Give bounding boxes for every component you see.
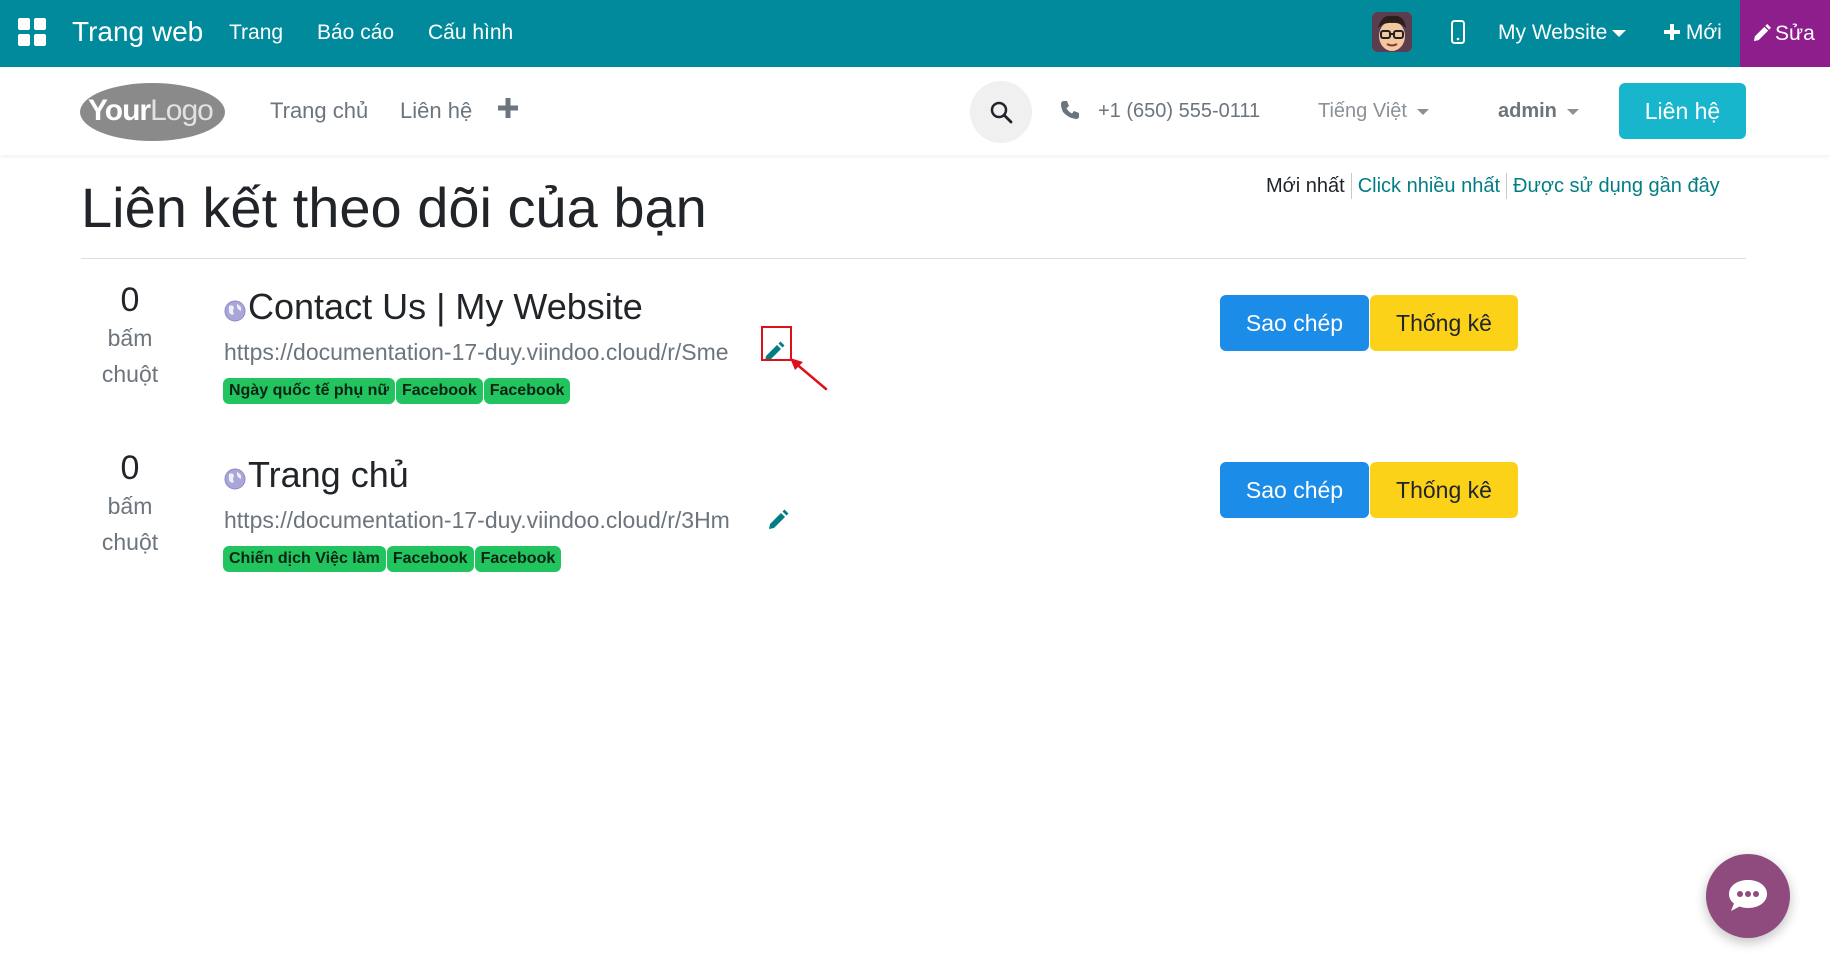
phone-number[interactable]: +1 (650) 555-0111 [1098,99,1260,123]
copy-button[interactable]: Sao chép [1220,462,1369,518]
menu-item-pages[interactable]: Trang [229,20,283,46]
apps-menu-icon[interactable] [18,18,46,46]
add-menu-item-plus-icon[interactable] [498,95,518,123]
tag-badge: Facebook [483,378,571,404]
website-header: YourLogo Trang chủ Liên hệ +1 (650) 555-… [0,67,1830,155]
click-count-value: 0 [120,281,140,319]
mobile-preview-icon[interactable] [1450,20,1466,45]
link-title[interactable]: Trang chủ [248,452,409,498]
admin-top-bar: Trang web Trang Báo cáo Cấu hình My Webs… [0,0,1830,67]
tag-badge: Ngày quốc tế phụ nữ [223,378,396,404]
contact-us-button[interactable]: Liên hệ [1619,83,1746,139]
tag-list: Ngày quốc tế phụ nữ Facebook Facebook [223,378,571,404]
globe-icon [224,468,246,490]
menu-item-reports[interactable]: Báo cáo [317,20,394,46]
copy-button[interactable]: Sao chép [1220,295,1369,351]
click-count-value: 0 [120,449,140,487]
nav-contact[interactable]: Liên hệ [400,98,472,124]
chat-bubble-icon [1729,880,1767,911]
page-title: Liên kết theo dõi của bạn [81,176,707,239]
edit-button-label: Sửa [1775,22,1815,45]
divider [81,258,1746,259]
website-selector[interactable]: My Website [1498,20,1627,46]
website-selector-label: My Website [1498,21,1608,44]
annotation-arrow-icon [790,358,828,391]
stats-button[interactable]: Thống kê [1370,462,1518,518]
edit-link-pencil-icon[interactable] [766,508,790,532]
tag-badge: Facebook [396,378,483,404]
nav-home[interactable]: Trang chủ [270,98,368,124]
click-count-label-2: chuột [101,361,159,387]
caret-down-icon [1416,108,1429,115]
link-url: https://documentation-17-duy.viindoo.clo… [224,507,730,533]
user-avatar[interactable] [1372,12,1412,52]
language-selector[interactable]: Tiếng Việt [1318,99,1429,123]
link-url: https://documentation-17-duy.viindoo.clo… [224,339,729,365]
new-button-label: Mới [1685,21,1722,44]
sort-most-clicked[interactable]: Click nhiều nhất [1350,173,1506,199]
search-icon [990,101,1013,124]
link-title[interactable]: Contact Us | My Website [248,284,643,330]
pencil-icon [1753,24,1771,42]
menu-item-configuration[interactable]: Cấu hình [428,20,513,46]
click-count-label-1: bấm [107,493,153,519]
click-count-label-2: chuột [101,529,159,555]
user-name: admin [1498,100,1557,122]
stats-button[interactable]: Thống kê [1370,295,1518,351]
user-menu[interactable]: admin [1498,99,1579,123]
link-row: 0 bấm chuột Contact Us | My Website http… [0,280,1830,430]
app-brand[interactable]: Trang web [72,14,203,50]
tag-list: Chiến dịch Việc làm Facebook Facebook [223,546,562,572]
click-count: 0 bấm chuột [80,280,180,392]
tag-badge: Facebook [386,546,474,572]
click-count-label-1: bấm [107,325,153,351]
click-count: 0 bấm chuột [80,448,180,560]
new-button[interactable]: Mới [1664,20,1722,46]
link-row: 0 bấm chuột Trang chủ https://documentat… [0,448,1830,598]
sort-newest[interactable]: Mới nhất [1266,173,1351,199]
search-button[interactable] [970,81,1032,143]
caret-down-icon [1612,29,1627,37]
globe-icon [224,300,246,322]
sort-recently-used[interactable]: Được sử dụng gần đây [1506,173,1726,199]
sort-options: Mới nhất Click nhiều nhất Được sử dụng gần… [1266,173,1726,199]
phone-icon [1060,100,1080,125]
language-label: Tiếng Việt [1318,100,1407,122]
caret-down-icon [1566,108,1579,115]
live-chat-button[interactable] [1706,854,1790,938]
site-logo[interactable]: YourLogo [80,81,225,143]
tag-badge: Facebook [474,546,562,572]
tag-badge: Chiến dịch Việc làm [223,546,386,572]
edit-button[interactable]: Sửa [1740,0,1830,67]
logo-text: YourLogo [88,94,214,127]
plus-icon [1664,24,1680,40]
